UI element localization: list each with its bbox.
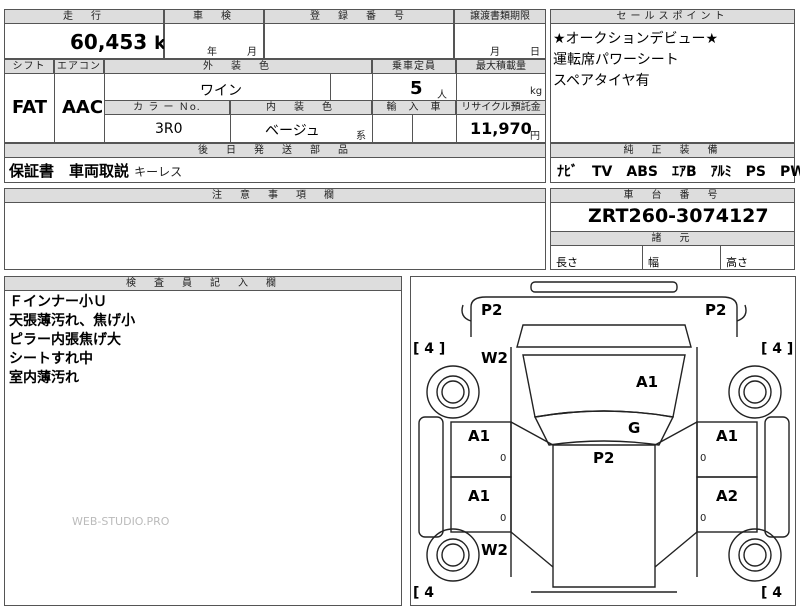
sales-point-header: セールスポイント — [550, 9, 795, 24]
zero-mark: 0 — [700, 513, 707, 524]
wheel-rear-left — [426, 528, 480, 582]
damage-p2-left: P2 — [481, 301, 503, 319]
shift-value: FAT — [12, 97, 48, 118]
inspector-header: 検 査 員 記 入 欄 — [4, 276, 402, 291]
wheel-front-left — [426, 365, 480, 419]
mileage-header: 走 行 — [4, 9, 164, 24]
interior-color-header: 内 装 色 — [230, 100, 372, 115]
divider — [54, 74, 55, 143]
right-sill — [764, 416, 790, 538]
later-parts-text: 保証書 車両取説 — [9, 162, 130, 180]
max-load-unit: kg — [530, 86, 543, 97]
inspection-header: 車 検 — [164, 9, 264, 24]
divider — [412, 115, 413, 143]
capacity-header: 乗車定員 — [372, 59, 456, 74]
zero-mark: 0 — [500, 453, 507, 464]
exterior-color-header: 外 装 色 — [104, 59, 372, 74]
sales-point-item: スペアタイヤ有 — [553, 73, 650, 89]
notes-header: 注 意 事 項 欄 — [4, 188, 546, 203]
later-parts-header: 後 日 発 送 部 品 — [4, 143, 546, 158]
later-parts-keyless: キーレス — [134, 165, 183, 179]
recycle-unit: 円 — [530, 131, 540, 142]
mileage-number: 60,453 — [70, 30, 148, 54]
transfer-header: 譲渡書類期限 — [454, 9, 546, 24]
inspector-note: 天張薄汚れ、焦げ小 — [9, 313, 136, 329]
inspector-note: Ｆインナー小Ｕ — [9, 294, 107, 310]
watermark: WEB-STUDIO.PRO — [72, 515, 170, 528]
damage-a1-hood: A1 — [636, 373, 659, 391]
damage-a1-rf: A1 — [716, 427, 739, 445]
damage-p2-roof: P2 — [593, 449, 615, 467]
transfer-month-unit: 月 — [490, 47, 500, 58]
options-value: ﾅﾋﾞ TV ABS ｴｱB ｱﾙﾐ PS PW — [557, 164, 800, 180]
inspection-year-unit: 年 — [207, 47, 217, 58]
capacity-unit: 人 — [437, 90, 447, 101]
damage-a2-rr: A2 — [716, 487, 739, 505]
sales-point-item: 運転席パワーシート — [553, 52, 679, 68]
color-no-value: 3R0 — [155, 121, 183, 137]
divider — [720, 246, 721, 270]
damage-w2-top: W2 — [481, 349, 508, 367]
chassis-header: 車 台 番 号 — [550, 188, 795, 203]
interior-suffix: 系 — [356, 131, 366, 142]
inspector-note: シートすれ中 — [9, 351, 93, 367]
left-sill — [418, 416, 444, 538]
recycle-value: 11,970 — [470, 119, 532, 138]
later-parts-value: 保証書 車両取説 キーレス — [9, 160, 182, 181]
max-load-header: 最大積載量 — [456, 59, 546, 74]
chassis-value: ZRT260-3074127 — [588, 205, 769, 227]
front-bumper — [530, 281, 678, 293]
left-mirror — [461, 304, 472, 322]
wheel-front-right — [728, 365, 782, 419]
capacity-value: 5 — [410, 78, 423, 99]
registration-header: 登 録 番 号 — [264, 9, 454, 24]
zero-mark: 0 — [700, 453, 707, 464]
car-diagram-box: P2 P2 [ 4 ] [ 4 ] W2 A1 G A1 A1 P2 0 0 A… — [410, 276, 796, 606]
zero-mark: 0 — [500, 513, 507, 524]
damage-a1-lf: A1 — [468, 427, 491, 445]
damage-a1-lr: A1 — [468, 487, 491, 505]
exterior-color-value: ワイン — [200, 83, 242, 99]
dims-header: 諸 元 — [550, 231, 795, 246]
sales-point-list: ★オークションデビュー★ 運転席パワーシート スペアタイヤ有 — [553, 29, 718, 92]
tire-label-right-top: [ 4 ] — [761, 341, 794, 357]
tire-label-left-bottom: [ 4 — [413, 585, 435, 601]
height-label: 高さ — [726, 256, 748, 269]
inspector-note: 室内薄汚れ — [9, 370, 79, 386]
hood — [522, 354, 686, 418]
interior-color-value: ベージュ — [265, 123, 320, 139]
damage-p2-right: P2 — [705, 301, 727, 319]
aircon-value: AAC — [62, 97, 104, 118]
sales-point-item: ★オークションデビュー★ — [553, 31, 719, 47]
options-header: 純 正 装 備 — [550, 143, 795, 158]
color-no-header: カ ラ ー Ｎo. — [104, 100, 230, 115]
inspector-notes: Ｆインナー小Ｕ 天張薄汚れ、焦げ小 ピラー内張焦げ大 シートすれ中 室内薄汚れ — [9, 293, 135, 388]
wheel-rear-right — [728, 528, 782, 582]
right-mirror — [736, 304, 747, 322]
width-label: 幅 — [648, 256, 659, 269]
aircon-header: エアコン — [54, 59, 104, 74]
inspector-note: ピラー内張焦げ大 — [9, 332, 121, 348]
windshield — [533, 410, 675, 446]
damage-g: G — [628, 419, 641, 437]
tire-label-left-top: [ 4 ] — [413, 341, 446, 357]
length-label: 長さ — [556, 256, 578, 269]
tire-label-right-bottom: [ 4 — [761, 585, 783, 601]
front-outline — [470, 296, 738, 337]
damage-w2-bottom: W2 — [481, 541, 508, 559]
import-header: 輸 入 車 — [372, 100, 456, 115]
shift-header: シフト — [4, 59, 54, 74]
divider — [230, 115, 231, 143]
pillar-lines — [510, 421, 698, 568]
divider — [642, 246, 643, 270]
divider — [330, 74, 331, 100]
front-grille — [516, 324, 692, 348]
transfer-day-unit: 日 — [530, 47, 540, 58]
recycle-header: リサイクル預託金 — [456, 100, 546, 115]
inspection-month-unit: 月 — [247, 47, 257, 58]
